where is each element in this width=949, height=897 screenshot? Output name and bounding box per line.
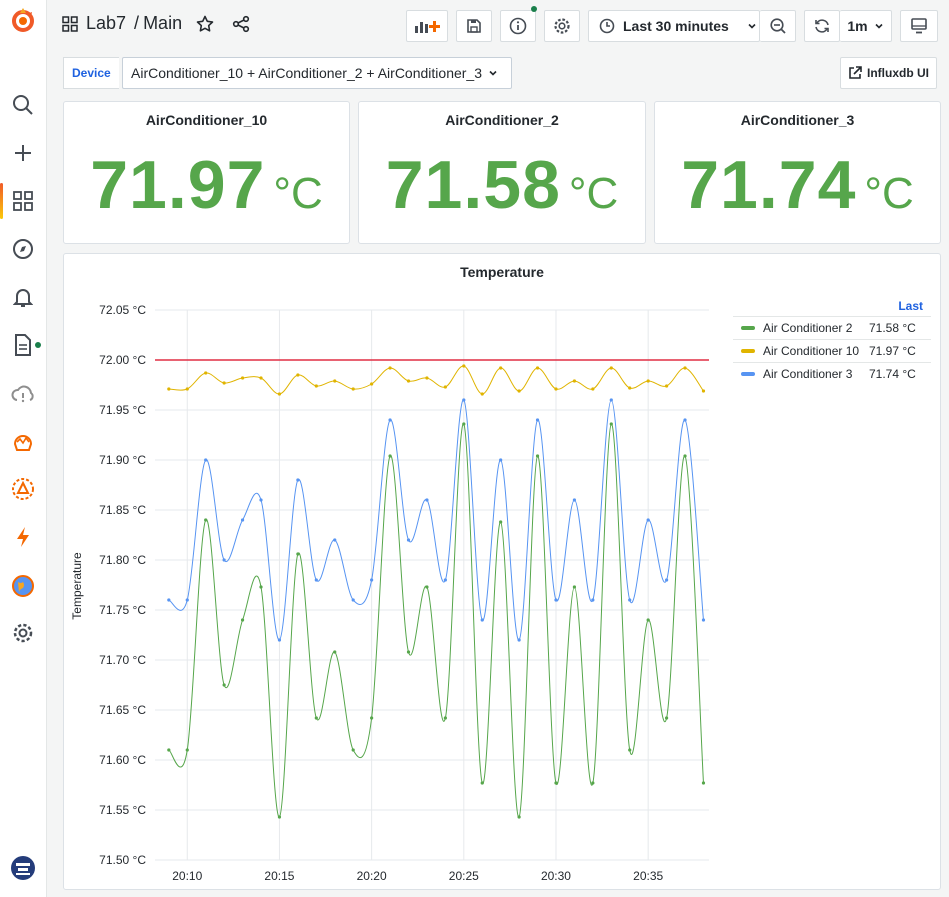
- chart-legend: Last Air Conditioner 2 71.58 °C Air Condit…: [733, 296, 931, 385]
- settings-gear-icon: [554, 18, 570, 34]
- folder-link[interactable]: Lab7: [86, 13, 126, 34]
- add-panel-button[interactable]: [406, 10, 448, 42]
- time-range-label: Last 30 minutes: [623, 18, 729, 34]
- notification-dot: [35, 342, 41, 348]
- chevron-down-icon: [489, 70, 497, 76]
- grafana-logo-icon[interactable]: [0, 0, 46, 40]
- panel-title: AirConditioner_3: [740, 112, 855, 128]
- device-variable-select[interactable]: AirConditioner_10 + AirConditioner_2 + A…: [122, 57, 512, 89]
- info-icon: [509, 17, 527, 35]
- external-link-icon: [849, 66, 862, 79]
- dashboard-info-button[interactable]: [500, 10, 536, 42]
- lightning-bolt-icon[interactable]: [0, 517, 46, 557]
- device-variable-label: Device: [63, 57, 119, 89]
- legend-item[interactable]: Air Conditioner 3 71.74 °C: [733, 362, 931, 385]
- refresh-icon: [815, 19, 829, 33]
- top-navbar: Lab7 / Main Last 30 minutes 1m: [47, 0, 949, 50]
- legend-item[interactable]: Air Conditioner 10 71.97 °C: [733, 339, 931, 362]
- legend-last-value: 71.97 °C: [869, 344, 916, 358]
- legend-series-name: Air Conditioner 10: [763, 344, 860, 358]
- legend-item[interactable]: Air Conditioner 2 71.58 °C: [733, 316, 931, 339]
- tv-mode-button[interactable]: [900, 10, 938, 42]
- globe-icon[interactable]: [0, 566, 46, 606]
- clock-icon: [599, 18, 615, 34]
- add-panel-icon: [415, 21, 440, 33]
- refresh-interval-label: 1m: [847, 18, 868, 34]
- refresh-interval-picker[interactable]: 1m: [840, 10, 892, 42]
- dashboards-icon[interactable]: [0, 181, 46, 221]
- influxdb-ui-link[interactable]: Influxdb UI: [840, 57, 937, 89]
- explore-compass-icon[interactable]: [0, 229, 46, 269]
- legend-series-name: Air Conditioner 2: [763, 321, 853, 335]
- save-icon: [467, 19, 481, 33]
- legend-swatch: [741, 372, 755, 376]
- star-icon[interactable]: [196, 15, 214, 33]
- ml-brain-icon[interactable]: [0, 421, 46, 461]
- stat-panel-airconditioner-10[interactable]: AirConditioner_10 71.97 °C: [63, 101, 350, 244]
- panel-title: AirConditioner_2: [445, 112, 559, 128]
- legend-swatch: [741, 326, 755, 330]
- dashboard-grid-icon: [62, 15, 78, 32]
- breadcrumb-separator: /: [134, 13, 140, 33]
- stat-panel-airconditioner-2[interactable]: AirConditioner_2 71.58 °C: [358, 101, 646, 244]
- influxdb-ui-label: Influxdb UI: [867, 66, 929, 80]
- stat-panel-airconditioner-3[interactable]: AirConditioner_3 71.74 °C: [654, 101, 941, 244]
- zoom-out-icon: [769, 18, 786, 34]
- panel-title: Temperature: [460, 264, 544, 280]
- user-avatar[interactable]: [0, 848, 46, 888]
- refresh-button[interactable]: [804, 10, 840, 42]
- cloud-alert-icon[interactable]: [0, 374, 46, 414]
- legend-last-value: 71.74 °C: [869, 367, 916, 381]
- search-icon[interactable]: [0, 85, 46, 125]
- breadcrumb: Lab7 / Main: [62, 13, 250, 34]
- zoom-out-button[interactable]: [760, 10, 796, 42]
- dashboard-settings-button[interactable]: [544, 10, 580, 42]
- legend-series-name: Air Conditioner 3: [763, 367, 853, 381]
- gear-icon[interactable]: [0, 613, 46, 653]
- chevron-down-icon: [748, 23, 756, 29]
- stat-value: 71.74 °C: [681, 147, 914, 223]
- stat-value: 71.58 °C: [385, 147, 619, 223]
- plus-icon[interactable]: [0, 133, 46, 173]
- panel-title: AirConditioner_10: [145, 112, 268, 128]
- info-status-dot: [531, 6, 537, 12]
- time-range-picker[interactable]: Last 30 minutes: [588, 10, 760, 42]
- oncall-triangle-icon[interactable]: [0, 469, 46, 509]
- legend-swatch: [741, 349, 755, 353]
- legend-last-value: 71.58 °C: [869, 321, 916, 335]
- save-dashboard-button[interactable]: [456, 10, 492, 42]
- dashboard-title[interactable]: Main: [143, 13, 182, 34]
- share-icon[interactable]: [232, 15, 250, 33]
- stat-value: 71.97 °C: [90, 147, 323, 223]
- side-menu: [0, 0, 47, 897]
- device-variable-value: AirConditioner_10 + AirConditioner_2 + A…: [131, 65, 482, 81]
- legend-header[interactable]: Last: [733, 296, 931, 316]
- chevron-down-icon: [875, 23, 883, 29]
- monitor-icon: [911, 18, 927, 34]
- alerting-bell-icon[interactable]: [0, 277, 46, 317]
